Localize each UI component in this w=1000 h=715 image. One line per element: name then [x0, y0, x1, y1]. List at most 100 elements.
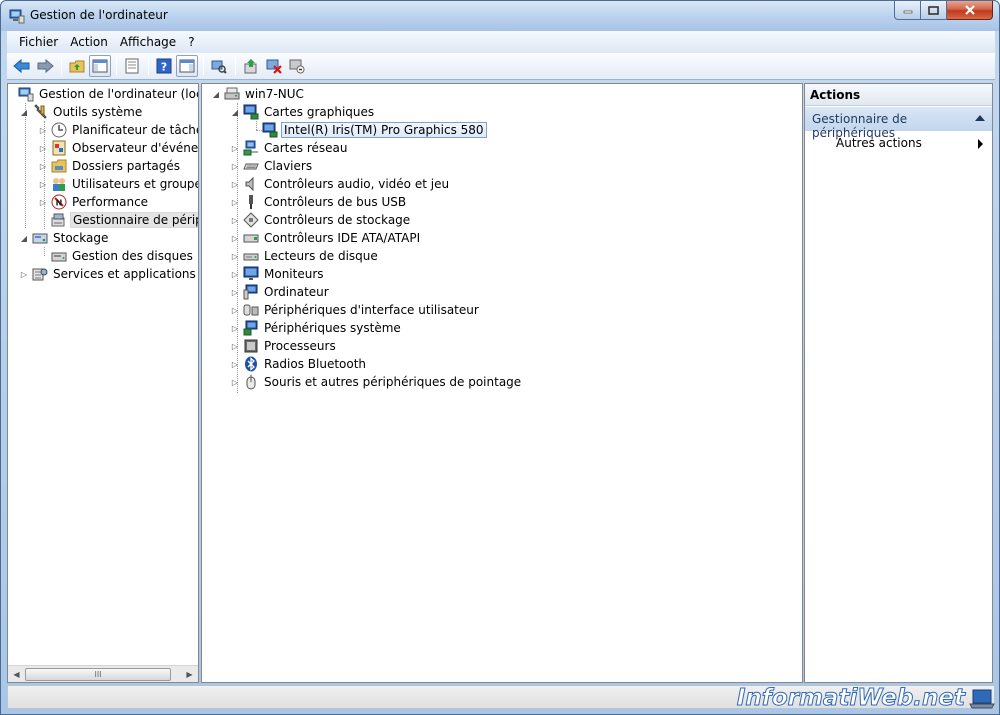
scan-hardware-icon — [211, 60, 227, 74]
up-one-level-button[interactable] — [66, 55, 88, 77]
device-category-disk-drives[interactable]: ▷ Lecteurs de disque — [229, 247, 380, 265]
tree-item-task-scheduler[interactable]: ▷ Planificateur de tâches — [37, 121, 198, 139]
expand-arrow-icon[interactable]: ▷ — [229, 157, 241, 175]
update-driver-icon — [244, 59, 257, 74]
maximize-icon — [928, 5, 939, 15]
forward-button[interactable] — [34, 55, 56, 77]
expand-arrow-icon[interactable]: ▷ — [37, 193, 49, 211]
tree-item-computer-management[interactable]: Gestion de l'ordinateur (local) — [10, 85, 198, 103]
navigation-tree-pane: Gestion de l'ordinateur (local) ◢ Outils… — [7, 83, 199, 683]
tree-item-system-tools[interactable]: ◢ Outils système — [18, 103, 144, 121]
device-category-storage-controllers[interactable]: ▷ Contrôleurs de stockage — [229, 211, 412, 229]
menu-help[interactable]: ? — [182, 35, 200, 49]
actions-section-device-manager[interactable]: Gestionnaire de périphériques — [805, 107, 992, 140]
expand-arrow-icon[interactable]: ▷ — [229, 319, 241, 337]
device-category-system-devices[interactable]: ▷ Périphériques système — [229, 319, 403, 337]
help-icon: ? — [156, 58, 172, 74]
toolbar-separator — [203, 57, 204, 75]
show-hide-action-pane-button[interactable] — [176, 55, 198, 77]
uninstall-device-button[interactable] — [263, 55, 285, 77]
device-category-usb-controllers[interactable]: ▷ Contrôleurs de bus USB — [229, 193, 408, 211]
expand-arrow-icon[interactable]: ▷ — [229, 283, 241, 301]
device-category-monitors[interactable]: ▷ Moniteurs — [229, 265, 326, 283]
tree-item-event-viewer[interactable]: ▷ Observateur d'événements — [37, 139, 198, 157]
device-category-keyboards[interactable]: ▷ Claviers — [229, 157, 314, 175]
horizontal-scrollbar[interactable]: ◀ III ▶ — [8, 665, 198, 682]
display-adapter-icon — [262, 122, 278, 138]
device-category-bluetooth[interactable]: ▷ Radios Bluetooth — [229, 355, 368, 373]
device-category-network-adapters[interactable]: ▷ Cartes réseau — [229, 139, 349, 157]
expand-arrow-icon[interactable]: ▷ — [37, 157, 49, 175]
tools-icon — [34, 104, 47, 119]
device-category-processors[interactable]: ▷ Processeurs — [229, 337, 338, 355]
device-category-display-adapters[interactable]: ◢ Cartes graphiques — [229, 103, 376, 121]
tree-item-services-applications[interactable]: ▷ Services et applications — [18, 265, 198, 283]
menu-action[interactable]: Action — [64, 35, 114, 49]
device-tree-root[interactable]: ◢ win7-NUC — [210, 85, 306, 103]
expand-arrow-icon[interactable]: ▷ — [229, 337, 241, 355]
tree-item-local-users-groups[interactable]: ▷ Utilisateurs et groupes locaux — [37, 175, 198, 193]
scrollbar-thumb[interactable]: III — [25, 668, 171, 681]
menu-fichier[interactable]: Fichier — [13, 35, 64, 49]
close-button[interactable] — [947, 1, 993, 20]
actions-pane: Actions Gestionnaire de périphériques Au… — [804, 83, 993, 683]
device-intel-iris-pro-580[interactable]: Intel(R) Iris(TM) Pro Graphics 580 — [260, 121, 487, 139]
title-bar[interactable]: Gestion de l'ordinateur — [1, 1, 999, 31]
collapse-arrow-icon[interactable]: ◢ — [18, 103, 30, 121]
show-hide-tree-icon — [92, 59, 108, 73]
tree-item-performance[interactable]: ▷ N Performance — [37, 193, 150, 211]
tree-item-device-manager[interactable]: Gestionnaire de périphériques — [37, 211, 198, 229]
system-device-icon — [243, 320, 258, 336]
expand-arrow-icon[interactable]: ▷ — [229, 265, 241, 283]
event-viewer-icon — [52, 140, 66, 156]
expand-arrow-icon[interactable]: ▷ — [229, 229, 241, 247]
show-hide-tree-button[interactable] — [89, 55, 111, 77]
expand-arrow-icon[interactable]: ▷ — [229, 247, 241, 265]
expand-arrow-icon[interactable]: ▷ — [229, 193, 241, 211]
forward-arrow-icon — [37, 58, 54, 74]
tree-item-storage[interactable]: ◢ Stockage — [18, 229, 110, 247]
expand-arrow-icon[interactable]: ▷ — [229, 301, 241, 319]
disk-icon — [51, 252, 67, 262]
scan-hardware-button[interactable] — [208, 55, 230, 77]
expand-arrow-icon[interactable]: ▷ — [229, 175, 241, 193]
hid-icon — [243, 304, 259, 316]
expand-arrow-icon[interactable]: ▷ — [229, 139, 241, 157]
scroll-right-button[interactable]: ▶ — [182, 667, 197, 682]
collapse-arrow-icon[interactable]: ◢ — [18, 229, 30, 247]
expand-arrow-icon[interactable]: ▷ — [229, 373, 241, 391]
device-category-mice-pointing[interactable]: ▷ Souris et autres périphériques de poin… — [229, 373, 523, 391]
expand-arrow-icon[interactable]: ▷ — [37, 175, 49, 193]
computer-icon — [224, 87, 240, 100]
update-driver-button[interactable] — [240, 55, 262, 77]
tree-item-shared-folders[interactable]: ▷ Dossiers partagés — [37, 157, 182, 175]
expand-arrow-icon[interactable]: ▷ — [18, 265, 30, 283]
maximize-button[interactable] — [921, 1, 947, 20]
tree-item-disk-management[interactable]: Gestion des disques — [37, 247, 195, 265]
expand-arrow-icon[interactable]: ▷ — [37, 139, 49, 157]
window-frame: Gestion de l'ordinateur Fichier Action A… — [0, 0, 1000, 715]
device-category-ide-ata-atapi[interactable]: ▷ Contrôleurs IDE ATA/ATAPI — [229, 229, 422, 247]
toolbar-separator — [235, 57, 236, 75]
device-category-hid[interactable]: ▷ Périphériques d'interface utilisateur — [229, 301, 481, 319]
disable-device-button[interactable] — [286, 55, 308, 77]
expand-arrow-icon[interactable]: ▷ — [229, 355, 241, 373]
properties-button[interactable] — [121, 55, 143, 77]
monitor-icon — [243, 266, 259, 280]
collapse-arrow-icon[interactable]: ◢ — [229, 103, 241, 121]
back-button[interactable] — [11, 55, 33, 77]
more-actions-item[interactable]: Autres actions — [836, 136, 922, 150]
speaker-icon — [245, 176, 254, 192]
minimize-button[interactable] — [894, 1, 921, 20]
collapse-arrow-icon[interactable]: ◢ — [210, 85, 222, 103]
help-button[interactable]: ? — [153, 55, 175, 77]
expand-arrow-icon[interactable]: ▷ — [229, 211, 241, 229]
performance-icon: N — [51, 194, 67, 210]
menu-affichage[interactable]: Affichage — [114, 35, 182, 49]
services-icon — [32, 268, 48, 281]
scroll-left-button[interactable]: ◀ — [9, 667, 24, 682]
device-category-computer[interactable]: ▷ Ordinateur — [229, 283, 331, 301]
expand-arrow-icon[interactable]: ▷ — [37, 121, 49, 139]
device-category-audio-video-game[interactable]: ▷ Contrôleurs audio, vidéo et jeu — [229, 175, 451, 193]
collapse-caret-icon[interactable] — [975, 115, 985, 121]
